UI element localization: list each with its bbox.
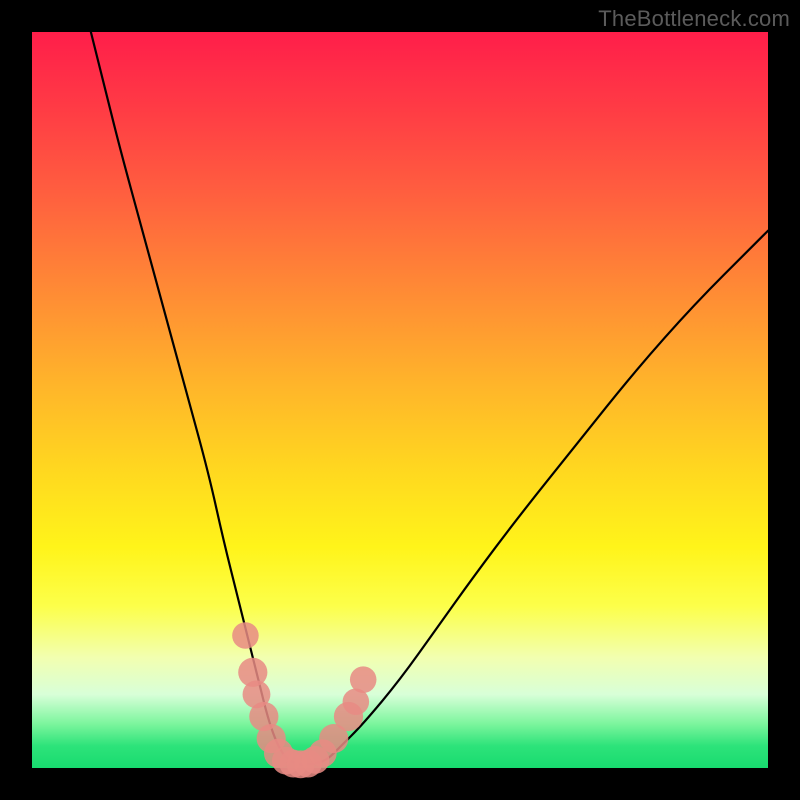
bottleneck-curve: [91, 32, 768, 764]
chart-svg: [32, 32, 768, 768]
chart-frame: TheBottleneck.com: [0, 0, 800, 800]
plot-area: [32, 32, 768, 768]
watermark-text: TheBottleneck.com: [598, 6, 790, 32]
curve-marker: [350, 666, 377, 693]
curve-marker: [232, 622, 259, 649]
curve-markers: [232, 622, 376, 778]
